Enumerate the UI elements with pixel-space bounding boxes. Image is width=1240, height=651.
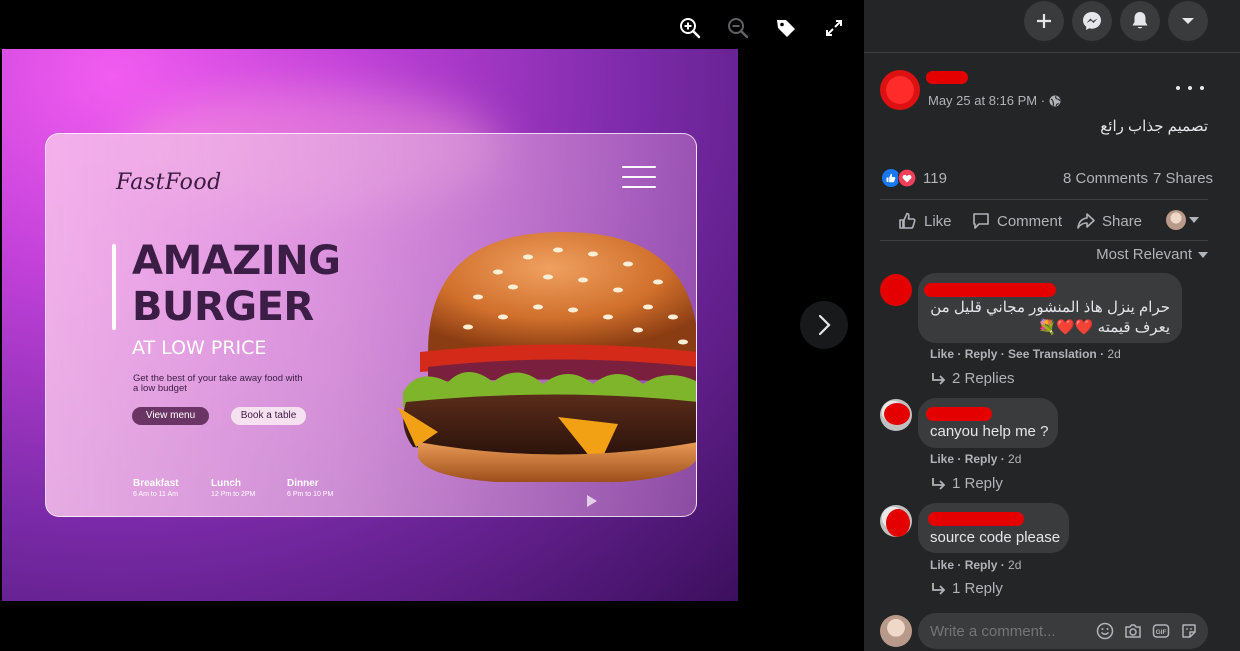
camera-icon[interactable]: [1124, 622, 1142, 640]
commenter-avatar[interactable]: [880, 399, 912, 431]
book-table-button: Book a table: [231, 407, 306, 425]
comment-like-link[interactable]: Like: [930, 452, 954, 466]
comment-input[interactable]: [930, 621, 1090, 641]
headline-line-1: AMAZING: [132, 238, 341, 284]
commenter-name-redacted[interactable]: [928, 512, 1024, 526]
comment-bubble: حرام ينزل هاذ المنشور مجاني قليل من يعرف…: [918, 273, 1182, 343]
comment-age: 2d: [1008, 558, 1022, 572]
headline-line-2: BURGER: [132, 284, 314, 330]
view-replies-link[interactable]: 1 Reply: [932, 475, 1003, 492]
comment-reply-link[interactable]: Reply: [965, 347, 998, 361]
see-translation-link[interactable]: See Translation: [1008, 347, 1097, 361]
reaction-count: 119: [923, 169, 947, 187]
comment-reply-link[interactable]: Reply: [965, 452, 998, 466]
commenter-name-redacted[interactable]: [924, 283, 1056, 297]
reaction-summary[interactable]: 119: [882, 169, 947, 187]
comment-like-link[interactable]: Like: [930, 558, 954, 572]
burger-image: [398, 232, 696, 482]
commenter-name-redacted[interactable]: [926, 407, 992, 421]
comment-text: canyou help me ?: [930, 423, 1049, 440]
globe-icon: [1049, 95, 1061, 106]
reply-arrow-icon: [932, 582, 946, 595]
comment-sort-dropdown[interactable]: Most Relevant: [1096, 246, 1208, 263]
comment-reply-link[interactable]: Reply: [965, 558, 998, 572]
author-avatar[interactable]: [880, 70, 920, 110]
brand-logo: FastFood: [116, 170, 222, 195]
love-reaction-icon: [898, 169, 916, 187]
meal-lunch: Lunch 12 Pm to 2PM: [211, 478, 256, 498]
svg-text:GIF: GIF: [1156, 629, 1167, 636]
zoom-out-icon[interactable]: [724, 14, 752, 42]
meal-dinner: Dinner 6 Pm to 10 PM: [287, 478, 334, 498]
share-icon: [1077, 213, 1095, 229]
emoji-icon[interactable]: [1096, 622, 1114, 640]
caret-down-icon: [1198, 251, 1208, 258]
view-replies-link[interactable]: 2 Replies: [932, 370, 1015, 387]
play-icon: [587, 495, 597, 507]
comment-bubble: canyou help me ?: [918, 398, 1058, 448]
top-nav-bar: [864, 0, 1240, 53]
tag-icon[interactable]: [772, 14, 800, 42]
comment-bubble: source code please: [918, 503, 1069, 553]
user-avatar-small: [1166, 210, 1186, 230]
notifications-bell-icon[interactable]: [1120, 1, 1160, 41]
gif-icon[interactable]: GIF: [1152, 622, 1170, 640]
hamburger-menu-icon: [622, 166, 656, 196]
post-options-icon[interactable]: [1176, 80, 1204, 96]
next-photo-button[interactable]: [800, 301, 848, 349]
commenter-avatar[interactable]: [880, 274, 912, 306]
create-button[interactable]: [1024, 1, 1064, 41]
thumbs-up-icon: [899, 212, 916, 229]
comment-meta: Like · Reply · 2d: [930, 452, 1022, 466]
comment-text: source code please: [930, 529, 1061, 546]
reply-arrow-icon: [932, 372, 946, 385]
comment-text: حرام ينزل هاذ المنشور مجاني قليل من: [930, 299, 1170, 316]
view-menu-button: View menu: [132, 407, 209, 425]
photo-viewer: FastFood AMAZING BURGER AT LOW PRICE Get…: [0, 0, 864, 651]
messenger-icon[interactable]: [1072, 1, 1112, 41]
post-photo[interactable]: FastFood AMAZING BURGER AT LOW PRICE Get…: [2, 49, 738, 601]
subheadline: AT LOW PRICE: [132, 337, 267, 359]
accent-bar: [112, 244, 116, 330]
comment-age: 2d: [1107, 347, 1121, 361]
current-user-avatar[interactable]: [880, 615, 912, 647]
like-button[interactable]: Like: [898, 211, 952, 231]
fullscreen-icon[interactable]: [820, 14, 848, 42]
view-replies-link[interactable]: 1 Reply: [932, 580, 1003, 597]
reply-arrow-icon: [932, 477, 946, 490]
comment-meta: Like · Reply · See Translation · 2d: [930, 347, 1121, 361]
account-menu-button[interactable]: [1168, 1, 1208, 41]
shares-count-link[interactable]: 7 Shares: [1153, 170, 1213, 187]
zoom-in-icon[interactable]: [676, 14, 704, 42]
tagline: Get the best of your take away food with…: [133, 373, 303, 394]
comment-composer: GIF: [918, 613, 1208, 649]
post-details-panel: May 25 at 8:16 PM · تصميم جذاب رائع 119 …: [864, 0, 1240, 651]
chevron-down-icon: [1189, 217, 1199, 223]
comments-count-link[interactable]: 8 Comments: [1063, 170, 1148, 187]
author-name-redacted[interactable]: [926, 71, 968, 84]
comment-text-line-2: يعرف قيمته ❤️❤️💐: [1037, 319, 1170, 336]
comment-icon: [973, 213, 989, 229]
post-timestamp: May 25 at 8:16 PM ·: [928, 93, 1061, 108]
landing-page-mockup: FastFood AMAZING BURGER AT LOW PRICE Get…: [45, 133, 697, 517]
sticker-icon[interactable]: [1180, 622, 1198, 640]
meal-breakfast: Breakfast 6 Am to 11 Am: [133, 478, 179, 498]
comment-age: 2d: [1008, 452, 1022, 466]
comment-like-link[interactable]: Like: [930, 347, 954, 361]
post-text: تصميم جذاب رائع: [1100, 118, 1208, 135]
react-as-selector[interactable]: [1166, 210, 1199, 230]
share-button[interactable]: Share: [1076, 211, 1142, 231]
comment-button[interactable]: Comment: [971, 211, 1062, 231]
comment-meta: Like · Reply · 2d: [930, 558, 1022, 572]
commenter-avatar[interactable]: [880, 505, 912, 537]
